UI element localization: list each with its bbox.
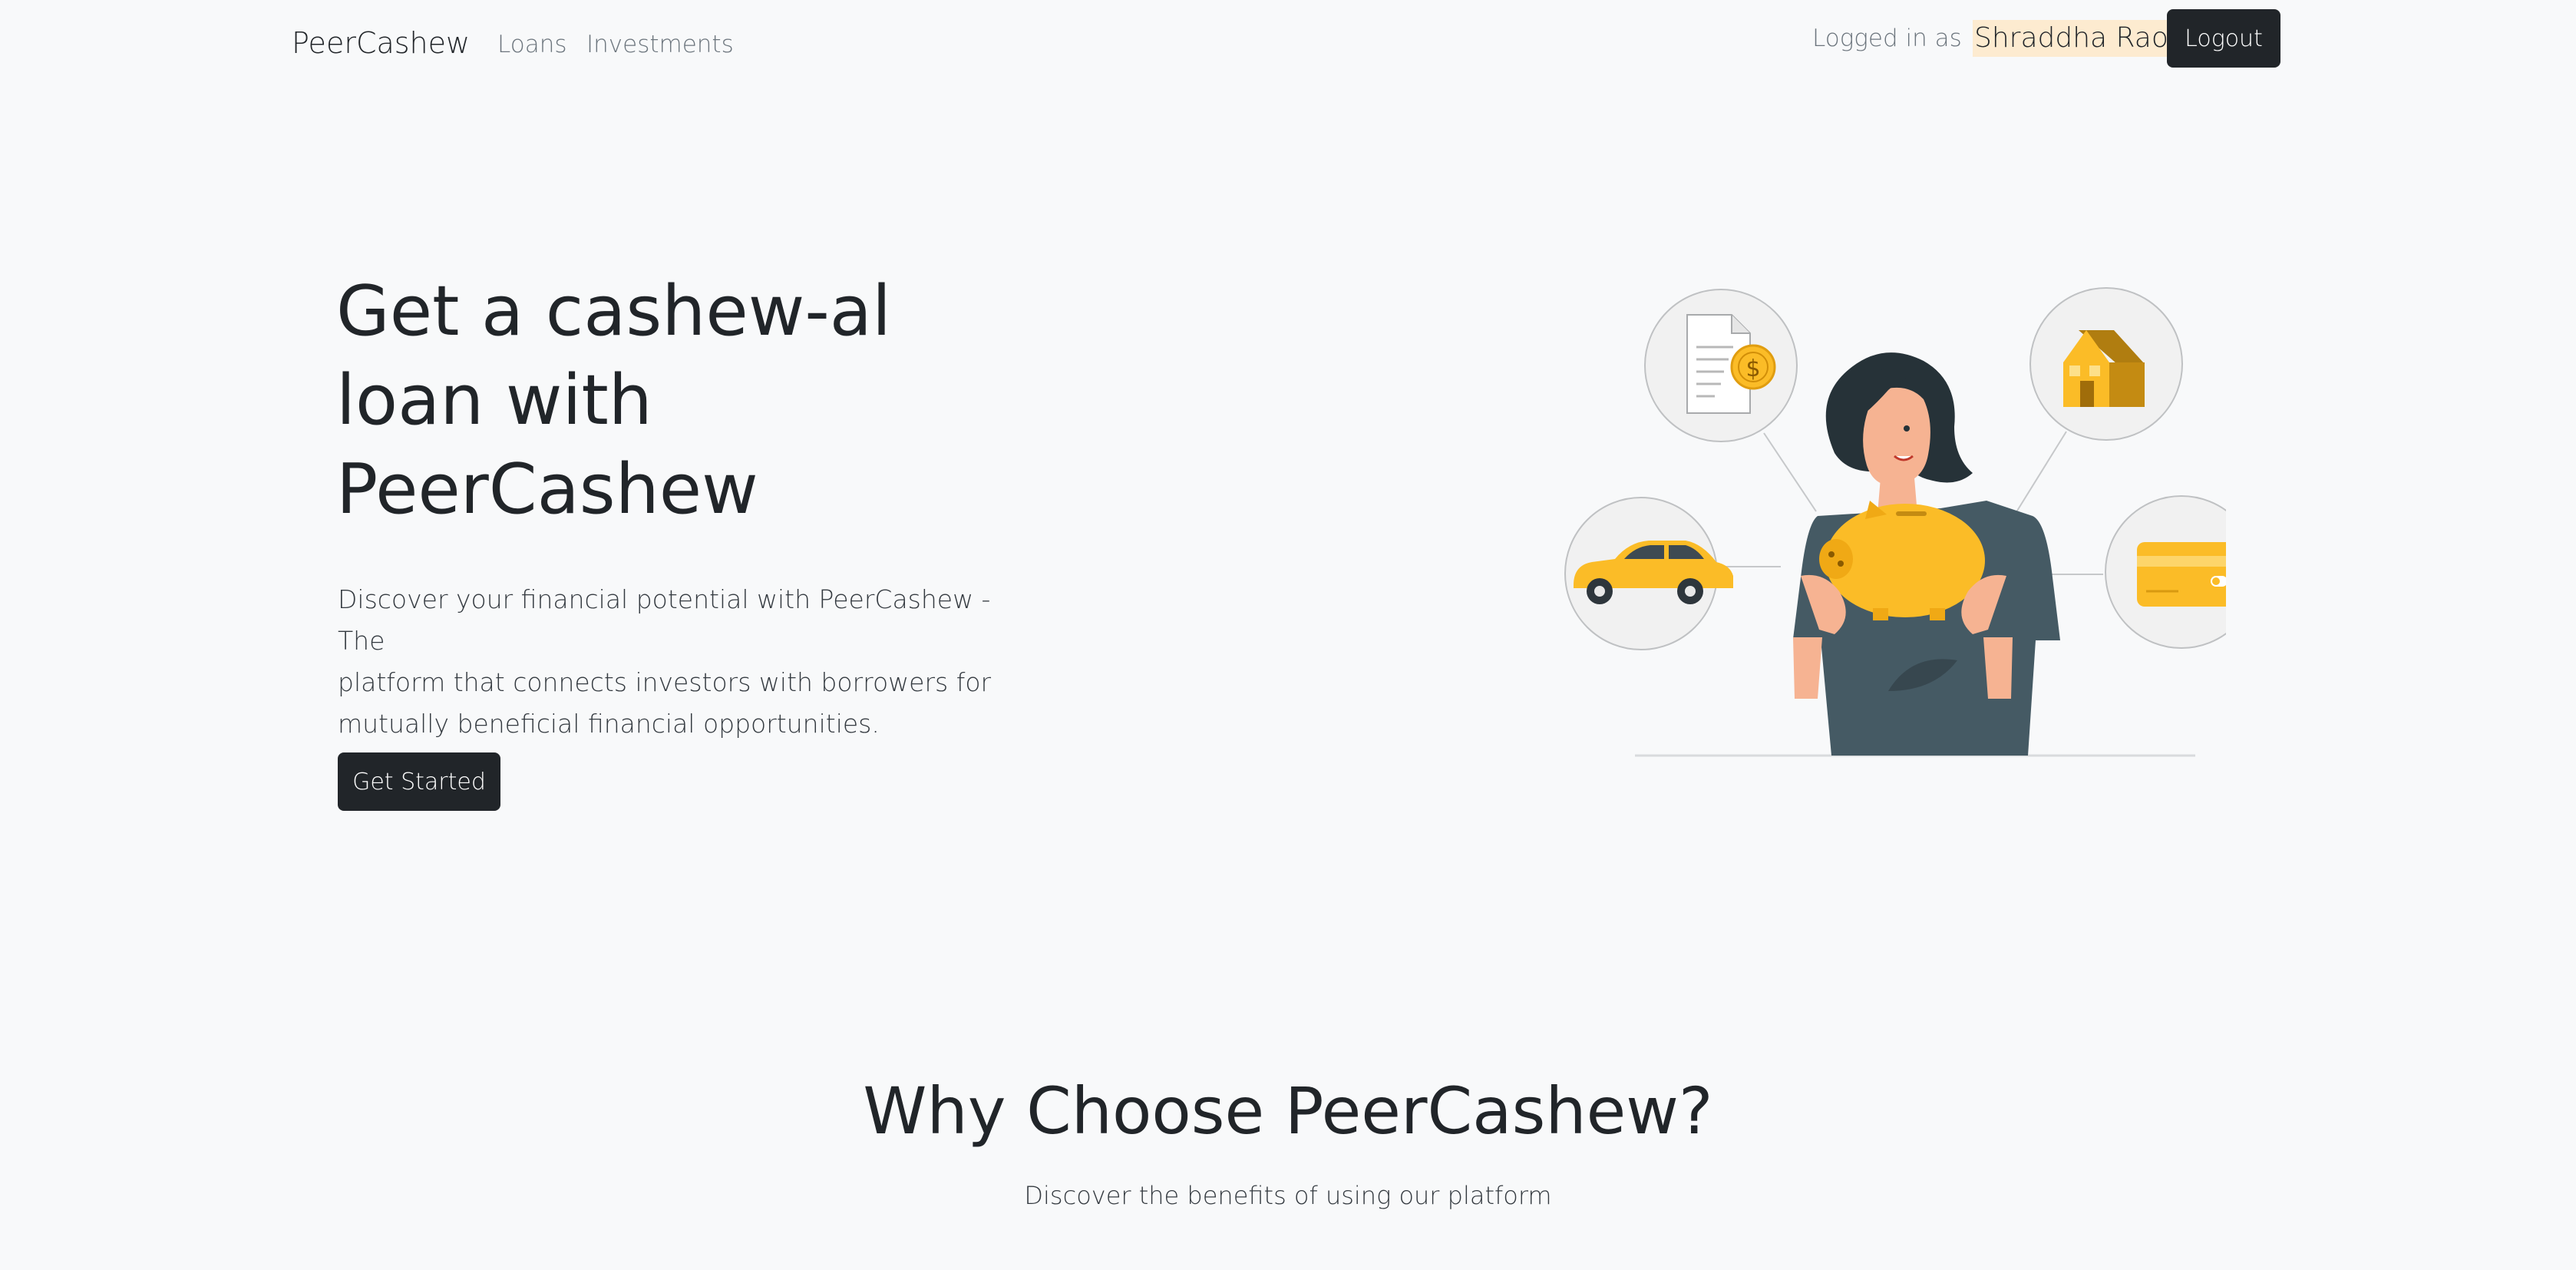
hero-illustration: $ — [1564, 287, 2226, 757]
why-subtitle: Discover the benefits of using our platf… — [1024, 1181, 1552, 1210]
logout-button[interactable]: Logout — [2167, 9, 2280, 68]
house-icon — [2029, 287, 2183, 441]
logged-in-label: Logged in as — [1812, 25, 1962, 52]
document-dollar-icon: $ — [1644, 289, 1798, 442]
hero-title-line: loan with — [336, 360, 652, 441]
hero-title: Get a cashew-al loan with PeerCashew — [336, 267, 950, 534]
get-started-button[interactable]: Get Started — [338, 752, 500, 811]
hero-description-line: mutually beneficial financial opportunit… — [338, 709, 880, 739]
car-icon — [1564, 497, 1733, 650]
hero-description: Discover your financial potential with P… — [338, 579, 1029, 745]
credit-card-icon — [2105, 495, 2226, 649]
hero-description-line: platform that connects investors with bo… — [338, 667, 992, 697]
hero-title-line: Get a cashew-al — [336, 271, 891, 352]
why-title: Why Choose PeerCashew? — [863, 1073, 1713, 1149]
woman-holding-piggy-bank — [1793, 352, 2060, 756]
hero-title-line: PeerCashew — [336, 449, 758, 530]
svg-text:$: $ — [1745, 356, 1760, 382]
brand-link[interactable]: PeerCashew — [292, 26, 470, 60]
navbar: PeerCashew Loans Investments Logged in a… — [0, 0, 2576, 86]
nav-link-investments[interactable]: Investments — [586, 31, 734, 58]
nav-link-loans[interactable]: Loans — [497, 31, 567, 58]
user-name: Shraddha Rao — [1973, 20, 2170, 57]
hero-description-line: Discover your financial potential with P… — [338, 584, 991, 656]
